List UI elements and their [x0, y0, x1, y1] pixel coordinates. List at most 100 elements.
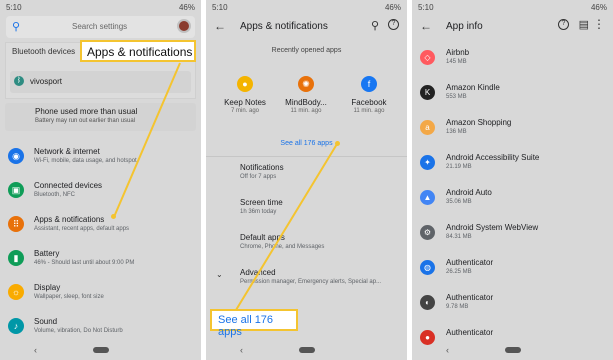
recent-app-time: 11 min. ago [290, 108, 322, 114]
webview-icon: ⚙ [420, 225, 435, 240]
settings-row-title: Screen time [240, 198, 283, 207]
bluetooth-device-item[interactable]: ᛒ vivosport [10, 71, 191, 93]
settings-row-subtitle: 1h 36m today [240, 209, 277, 215]
app-list-item[interactable]: ◐ Authenticator 9.78 MB [412, 289, 613, 319]
search-bar[interactable]: ⚲ Search settings [6, 16, 195, 38]
app-size: 136 MB [446, 129, 467, 135]
app-info-panel: 5:10 46% ← App info ? ▤ ⋮ ◇ Airbnb 145 MB K… [412, 0, 613, 360]
wifi-icon: ◉ [8, 148, 24, 164]
recent-app[interactable]: ● Keep Notes 7 min. ago [215, 76, 275, 114]
search-placeholder: Search settings [72, 22, 128, 31]
see-all-apps-link[interactable]: See all 176 apps [206, 140, 407, 147]
nav-bar: ‹ [0, 340, 201, 360]
help-icon[interactable]: ? [558, 19, 569, 30]
status-time: 5:10 [212, 3, 228, 12]
back-nav-icon[interactable]: ‹ [34, 345, 37, 355]
settings-row[interactable]: ◉ Network & internet Wi-Fi, mobile, data u… [0, 140, 201, 174]
settings-row-subtitle: Bluetooth, NFC [34, 192, 76, 198]
chevron-down-icon: ⌄ [216, 270, 223, 279]
sound-icon: ♪ [8, 318, 24, 334]
back-nav-icon[interactable]: ‹ [446, 345, 449, 355]
back-nav-icon[interactable]: ‹ [240, 345, 243, 355]
settings-row[interactable]: ⠿ Apps & notifications Assistant, recent a… [0, 208, 201, 242]
status-time: 5:10 [6, 3, 22, 12]
app-name: Amazon Shopping [446, 118, 512, 127]
app-size: 21.19 MB [446, 164, 472, 170]
home-pill[interactable] [298, 347, 315, 353]
settings-row[interactable]: Default apps Chrome, Phone, and Messages [240, 233, 401, 263]
airbnb-icon: ◇ [420, 50, 435, 65]
amazon-icon: a [420, 120, 435, 135]
app-name: Authenticator [446, 328, 494, 337]
settings-row-title: Apps & notifications [34, 215, 105, 224]
search-icon[interactable]: ⚲ [371, 19, 379, 32]
app-list-item[interactable]: ⚙ Android System WebView 84.31 MB [412, 219, 613, 249]
app-size: 9.78 MB [446, 304, 469, 310]
back-arrow-icon[interactable]: ← [214, 19, 226, 33]
recent-app-name: Facebook [351, 98, 387, 107]
app-list-item[interactable]: ✦ Android Accessibility Suite 21.19 MB [412, 149, 613, 179]
apps-icon: ⠿ [8, 216, 24, 232]
page-title: Apps & notifications [240, 21, 328, 32]
app-list-item[interactable]: ▲ Android Auto 35.06 MB [412, 184, 613, 214]
settings-row-subtitle: Volume, vibration, Do Not Disturb [34, 328, 123, 334]
app-list-item[interactable]: a Amazon Shopping 136 MB [412, 114, 613, 144]
nav-bar: ‹ [412, 340, 613, 360]
settings-row-subtitle: Permission manager, Emergency alerts, Sp… [240, 279, 382, 285]
status-battery: 46% [384, 3, 401, 12]
see-all-apps-callout: See all 176 apps [210, 309, 298, 338]
recent-app[interactable]: f Facebook 11 min. ago [339, 76, 399, 114]
recent-app[interactable]: ✺ MindBody... 11 min. ago [276, 76, 336, 114]
more-options-icon[interactable]: ⋮ [593, 17, 605, 31]
accessibility-icon: ✦ [420, 155, 435, 170]
home-pill[interactable] [504, 347, 521, 353]
avatar[interactable] [177, 19, 191, 33]
settings-row[interactable]: ▮ Battery 46% - Should last until about 9:… [0, 242, 201, 276]
app-name: Authenticator [446, 293, 494, 302]
settings-row-subtitle: Assistant, recent apps, default apps [34, 226, 130, 232]
app-name: Android System WebView [446, 223, 539, 232]
settings-row[interactable]: ▣ Connected devices Bluetooth, NFC [0, 174, 201, 208]
warning-title: Phone used more than usual [35, 107, 138, 116]
settings-row[interactable]: Screen time 1h 36m today [240, 198, 401, 228]
settings-row-title: Connected devices [34, 181, 103, 190]
authenticator-icon: ◐ [420, 295, 435, 310]
app-size: 84.31 MB [446, 234, 472, 240]
callout-dot [111, 214, 116, 219]
app-list-item[interactable]: ◍ Authenticator 26.25 MB [412, 254, 613, 284]
app-list-item[interactable]: K Amazon Kindle 553 MB [412, 79, 613, 109]
settings-row[interactable]: Advanced Permission manager, Emergency al… [240, 268, 401, 298]
status-battery: 46% [590, 3, 607, 12]
help-icon[interactable]: ? [388, 19, 399, 30]
bluetooth-device-name: vivosport [30, 77, 63, 86]
bluetooth-icon: ᛒ [14, 76, 24, 86]
settings-row[interactable]: ☼ Display Wallpaper, sleep, font size [0, 276, 201, 310]
facebook-icon: f [361, 76, 377, 92]
document-search-icon[interactable]: ▤ [579, 18, 589, 31]
keep-notes-icon: ● [237, 76, 253, 92]
search-icon: ⚲ [12, 21, 21, 33]
app-name: Android Accessibility Suite [446, 153, 540, 162]
settings-row-title: Display [34, 283, 61, 292]
settings-row-subtitle: Chrome, Phone, and Messages [240, 244, 325, 250]
settings-row-subtitle: 46% - Should last until about 9:00 PM [34, 260, 135, 266]
warning-subtitle: Battery may run out earlier than usual [35, 118, 136, 124]
battery-warning-card[interactable]: Phone used more than usual Battery may r… [5, 103, 196, 131]
app-list-item[interactable]: ◇ Airbnb 145 MB [412, 44, 613, 74]
recent-app-time: 11 min. ago [353, 108, 385, 114]
page-title: App info [446, 21, 483, 32]
settings-row-subtitle: Wallpaper, sleep, font size [34, 294, 104, 300]
settings-row-subtitle: Off for 7 apps [240, 174, 277, 180]
settings-row-title: Advanced [240, 268, 401, 277]
settings-row-title: Network & internet [34, 147, 100, 156]
settings-row[interactable]: ♪ Sound Volume, vibration, Do Not Disturb [0, 310, 201, 344]
battery-icon: ▮ [8, 250, 24, 266]
callout-dot [335, 141, 340, 146]
back-arrow-icon[interactable]: ← [420, 19, 432, 33]
recent-app-time: 7 min. ago [230, 108, 260, 114]
app-size: 553 MB [446, 94, 467, 100]
apps-notifications-callout: Apps & notifications [80, 40, 196, 62]
app-size: 145 MB [446, 59, 467, 65]
home-pill[interactable] [92, 347, 109, 353]
app-name: Android Auto [446, 188, 492, 197]
